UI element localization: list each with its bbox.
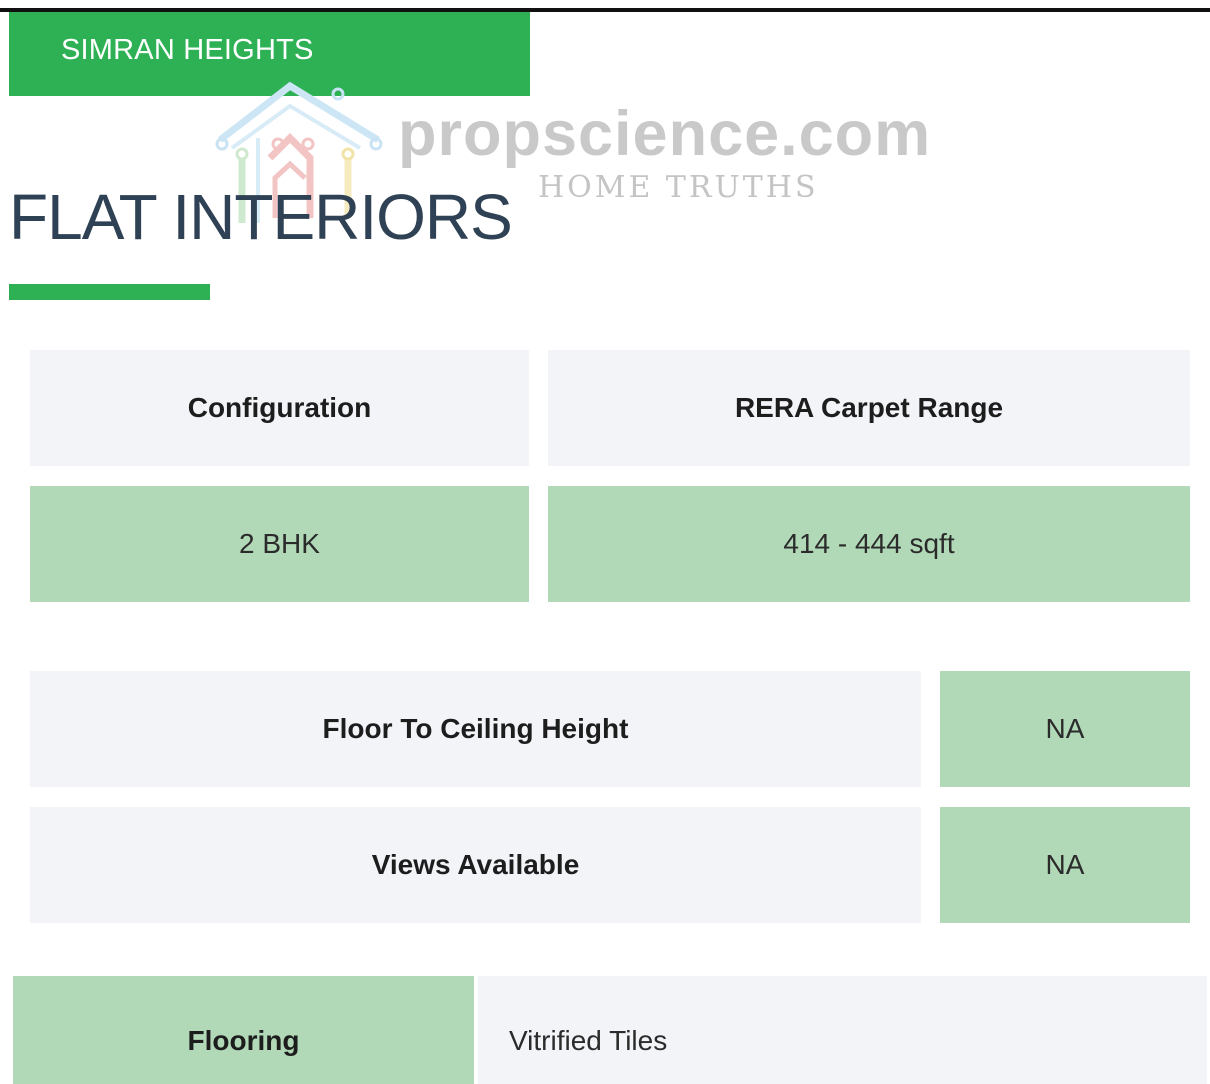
project-name: SIMRAN HEIGHTS [61,34,314,66]
rera-carpet-range-value: 414 - 444 sqft [548,486,1190,602]
flooring-label: Flooring [13,976,474,1084]
floor-to-ceiling-height-label: Floor To Ceiling Height [30,671,921,787]
floor-to-ceiling-height-value: NA [940,671,1190,787]
flooring-value: Vitrified Tiles [478,976,1207,1084]
watermark-brand: propscience.com [398,99,932,169]
configuration-header: Configuration [30,350,529,466]
title-underline [9,284,210,300]
configuration-value: 2 BHK [30,486,529,602]
views-available-value: NA [940,807,1190,923]
section-title: FLAT INTERIORS [9,181,513,253]
views-available-label: Views Available [30,807,921,923]
watermark-tagline: HOME TRUTHS [538,170,819,205]
rera-carpet-range-header: RERA Carpet Range [548,350,1190,466]
